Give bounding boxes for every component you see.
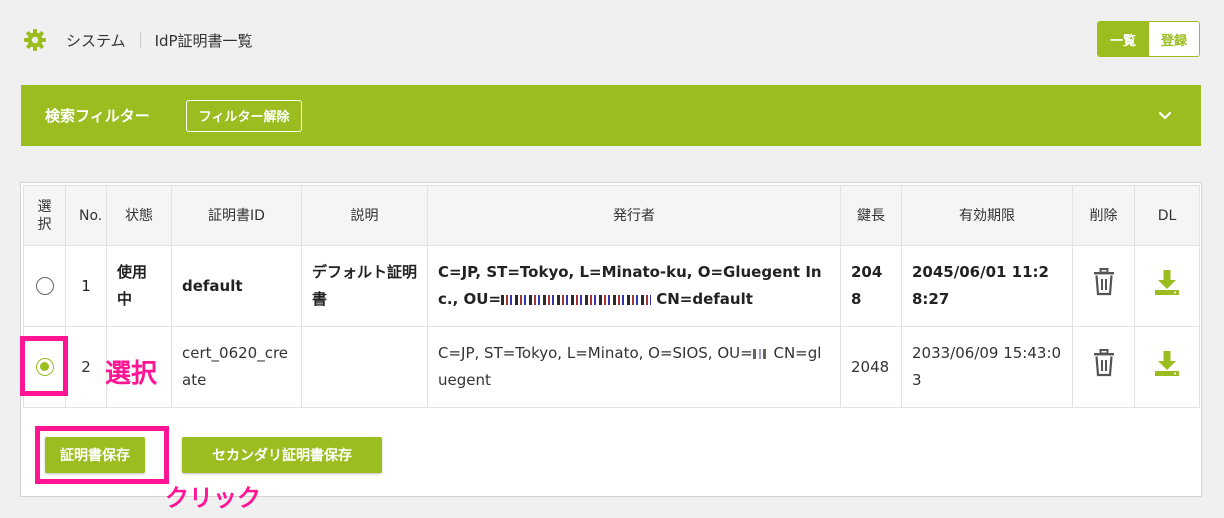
row-issuer: C=JP, ST=Tokyo, L=Minato, O=SIOS, OU= CN… <box>427 326 841 408</box>
annotation-select: 選択 <box>105 359 158 389</box>
header-cert-id: 証明書ID <box>171 185 302 246</box>
header-key-length: 鍵長 <box>840 185 902 246</box>
search-filter-bar[interactable]: 検索フィルター フィルター解除 <box>21 85 1201 146</box>
clear-filter-button[interactable]: フィルター解除 <box>185 99 303 132</box>
certificate-table: 選択 No. 状態 証明書ID 説明 発行者 鍵長 有効期限 削除 DL 1 使… <box>23 185 1200 408</box>
page-title: IdP証明書一覧 <box>154 31 253 50</box>
list-view-button[interactable]: 一覧 <box>1098 22 1148 56</box>
header-expiry: 有効期限 <box>901 185 1073 246</box>
row-status: 使用中 <box>106 245 172 327</box>
redacted-text <box>752 348 769 359</box>
select-cell <box>23 245 66 327</box>
table-row: 2 cert_0620_create C=JP, ST=Tokyo, L=Min… <box>23 326 1200 408</box>
row-description <box>301 326 428 408</box>
row-key-length: 2048 <box>840 326 902 408</box>
table-header-row: 選択 No. 状態 証明書ID 説明 発行者 鍵長 有効期限 削除 DL <box>23 185 1200 246</box>
highlight-select-radio <box>20 336 68 396</box>
trash-icon[interactable] <box>1092 348 1116 386</box>
highlight-save-button <box>35 426 169 484</box>
header-delete: 削除 <box>1072 185 1135 246</box>
download-cell <box>1134 326 1200 408</box>
select-radio[interactable] <box>35 277 54 295</box>
delete-cell <box>1072 326 1135 408</box>
header-description: 説明 <box>301 185 428 246</box>
row-expiry: 2045/06/01 11:28:27 <box>901 245 1073 327</box>
chevron-down-icon[interactable] <box>1155 105 1175 125</box>
header-select: 選択 <box>23 185 66 246</box>
filter-title: 検索フィルター <box>45 107 150 125</box>
certificate-panel: 選択 No. 状態 証明書ID 説明 発行者 鍵長 有効期限 削除 DL 1 使… <box>20 182 1202 497</box>
row-expiry: 2033/06/09 15:43:03 <box>901 326 1073 408</box>
row-no: 2 <box>65 326 107 408</box>
save-secondary-certificate-button[interactable]: セカンダリ証明書保存 <box>182 437 382 473</box>
download-icon[interactable] <box>1153 268 1181 305</box>
trash-icon[interactable] <box>1092 267 1116 305</box>
row-no: 1 <box>65 245 107 327</box>
header-download: DL <box>1134 185 1200 246</box>
row-cert-id: default <box>171 245 302 327</box>
delete-cell <box>1072 245 1135 327</box>
breadcrumb-divider <box>139 32 141 48</box>
row-key-length: 2048 <box>840 245 902 327</box>
redacted-text <box>501 294 652 305</box>
header-no: No. <box>65 185 107 246</box>
annotation-click: クリック <box>165 484 261 512</box>
table-row: 1 使用中 default デフォルト証明書 C=JP, ST=Tokyo, L… <box>23 245 1200 327</box>
breadcrumb-section[interactable]: システム <box>66 30 126 51</box>
header-issuer: 発行者 <box>427 185 841 246</box>
breadcrumb: システム IdP証明書一覧 <box>22 26 253 54</box>
download-icon[interactable] <box>1153 349 1181 386</box>
register-button[interactable]: 登録 <box>1148 22 1199 56</box>
gear-icon <box>22 27 48 53</box>
row-issuer: C=JP, ST=Tokyo, L=Minato-ku, O=Gluegent … <box>427 245 841 327</box>
header-status: 状態 <box>106 185 172 246</box>
row-description: デフォルト証明書 <box>301 245 428 327</box>
download-cell <box>1134 245 1200 327</box>
row-cert-id: cert_0620_create <box>171 326 302 408</box>
view-toggle: 一覧 登録 <box>1097 21 1200 57</box>
